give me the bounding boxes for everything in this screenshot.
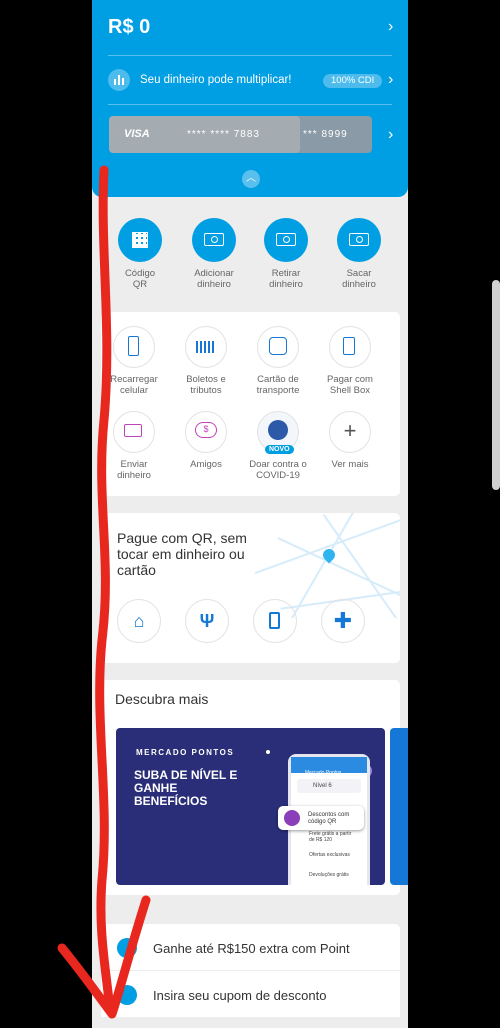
barcode-icon bbox=[185, 326, 227, 368]
promo-banner-mercado-pontos[interactable]: MERCADO PONTOS SUBA DE NÍVEL E GANHE BENEF… bbox=[116, 728, 385, 885]
qr-pay-panel[interactable]: Pague com QR, sem tocar em dinheiro ou car… bbox=[101, 513, 400, 663]
service-label: Ver mais bbox=[331, 459, 369, 470]
divider bbox=[108, 104, 392, 105]
promo-kicker: MERCADO PONTOS bbox=[136, 748, 235, 757]
service-see-more[interactable]: + Ver mais bbox=[314, 411, 386, 470]
account-header: R$ 0 › Seu dinheiro pode multiplicar! 10… bbox=[92, 0, 408, 197]
service-friends[interactable]: $ Amigos bbox=[170, 411, 242, 470]
fuel-pump-icon bbox=[329, 326, 371, 368]
point-device-icon bbox=[117, 938, 137, 958]
service-label: Enviar dinheiro bbox=[117, 459, 151, 481]
point-offer-row[interactable]: Ganhe até R$150 extra com Point bbox=[101, 924, 400, 970]
cdi-badge: 100% CDI bbox=[323, 74, 383, 88]
app-screen: R$ 0 › Seu dinheiro pode multiplicar! 10… bbox=[92, 0, 408, 1028]
coupon-text: Insira seu cupom de desconto bbox=[153, 988, 327, 1003]
service-shell-box[interactable]: Pagar com Shell Box bbox=[314, 326, 386, 396]
new-badge: NOVO bbox=[265, 445, 294, 454]
quick-action-cash-out[interactable]: Sacar dinheiro bbox=[323, 218, 395, 290]
service-bills[interactable]: Boletos e tributos bbox=[170, 326, 242, 396]
qr-code-icon bbox=[118, 218, 162, 262]
bus-icon bbox=[257, 326, 299, 368]
service-label: Doar contra o COVID-19 bbox=[249, 459, 307, 481]
bar-chart-icon bbox=[108, 69, 130, 91]
service-label: Boletos e tributos bbox=[186, 374, 226, 396]
plus-icon: + bbox=[329, 411, 371, 453]
promo-banner-next[interactable] bbox=[390, 728, 408, 885]
quick-action-label: Retirar dinheiro bbox=[269, 268, 303, 290]
cash-out-icon bbox=[337, 218, 381, 262]
coupon-ticket-icon bbox=[117, 985, 137, 1005]
mock-row: Devoluções grátis bbox=[309, 872, 349, 878]
cards-chevron-icon[interactable]: › bbox=[388, 126, 393, 144]
promo-headline: SUBA DE NÍVEL E GANHE BENEFÍCIOS bbox=[134, 768, 238, 808]
scrollbar[interactable] bbox=[492, 280, 500, 490]
quick-action-add-money[interactable]: Adicionar dinheiro bbox=[178, 218, 250, 290]
collapse-chevron-up-icon[interactable]: ︿ bbox=[242, 170, 260, 188]
service-label: Pagar com Shell Box bbox=[327, 374, 373, 396]
balance-chevron-icon[interactable]: › bbox=[388, 18, 393, 36]
quick-action-withdraw[interactable]: Retirar dinheiro bbox=[250, 218, 322, 290]
qr-pay-title: Pague com QR, sem tocar em dinheiro ou car… bbox=[117, 530, 247, 578]
withdraw-money-icon bbox=[264, 218, 308, 262]
discover-title: Descubra mais bbox=[115, 691, 209, 707]
mock-level-row: Nível 6 bbox=[297, 779, 361, 793]
divider bbox=[108, 55, 392, 56]
pharmacy-cross-icon[interactable]: ✚ bbox=[321, 599, 365, 643]
fuel-pump-icon[interactable] bbox=[253, 599, 297, 643]
sparkle-icon bbox=[266, 750, 270, 754]
card-primary[interactable]: VISA **** **** 7883 bbox=[109, 116, 300, 153]
service-label: Cartão de transporte bbox=[256, 374, 300, 396]
phone-recharge-icon bbox=[113, 326, 155, 368]
multiply-money-text[interactable]: Seu dinheiro pode multiplicar! bbox=[140, 74, 292, 86]
send-money-icon bbox=[113, 411, 155, 453]
coupon-row[interactable]: Insira seu cupom de desconto bbox=[101, 971, 400, 1017]
friends-chat-icon: $ bbox=[185, 411, 227, 453]
quick-action-label: Código QR bbox=[124, 268, 156, 290]
basket-icon[interactable]: ⌂ bbox=[117, 599, 161, 643]
quick-action-label: Adicionar dinheiro bbox=[194, 268, 234, 290]
card-primary-number: **** **** 7883 bbox=[187, 129, 260, 140]
restaurant-icon[interactable]: Ψ bbox=[185, 599, 229, 643]
service-phone-recharge[interactable]: Recarregar celular bbox=[98, 326, 170, 396]
point-offer-text: Ganhe até R$150 extra com Point bbox=[153, 941, 350, 956]
qr-code-icon bbox=[284, 810, 300, 826]
service-donate-covid[interactable]: NOVO Doar contra o COVID-19 bbox=[242, 411, 314, 481]
mock-row: Ofertas exclusivas bbox=[309, 852, 350, 858]
mock-row: Frete grátis a partir de R$ 120 bbox=[309, 831, 352, 843]
qr-discount-bubble: Descontos com código QR bbox=[278, 806, 364, 830]
mock-header: Mercado Pontos bbox=[291, 757, 367, 776]
card-secondary-number: *** 8999 bbox=[303, 129, 348, 140]
quick-action-qr[interactable]: Código QR bbox=[104, 218, 176, 290]
service-label: Amigos bbox=[190, 459, 222, 470]
service-transport-card[interactable]: Cartão de transporte bbox=[242, 326, 314, 396]
visa-logo-icon: VISA bbox=[124, 128, 150, 140]
multiply-chevron-icon[interactable]: › bbox=[388, 71, 393, 89]
quick-action-label: Sacar dinheiro bbox=[342, 268, 376, 290]
add-money-icon bbox=[192, 218, 236, 262]
service-send-money[interactable]: Enviar dinheiro bbox=[98, 411, 170, 481]
services-panel: Recarregar celular Boletos e tributos Cart… bbox=[101, 312, 400, 496]
service-label: Recarregar celular bbox=[110, 374, 158, 396]
balance-amount[interactable]: R$ 0 bbox=[108, 16, 150, 39]
donate-icon: NOVO bbox=[257, 411, 299, 454]
